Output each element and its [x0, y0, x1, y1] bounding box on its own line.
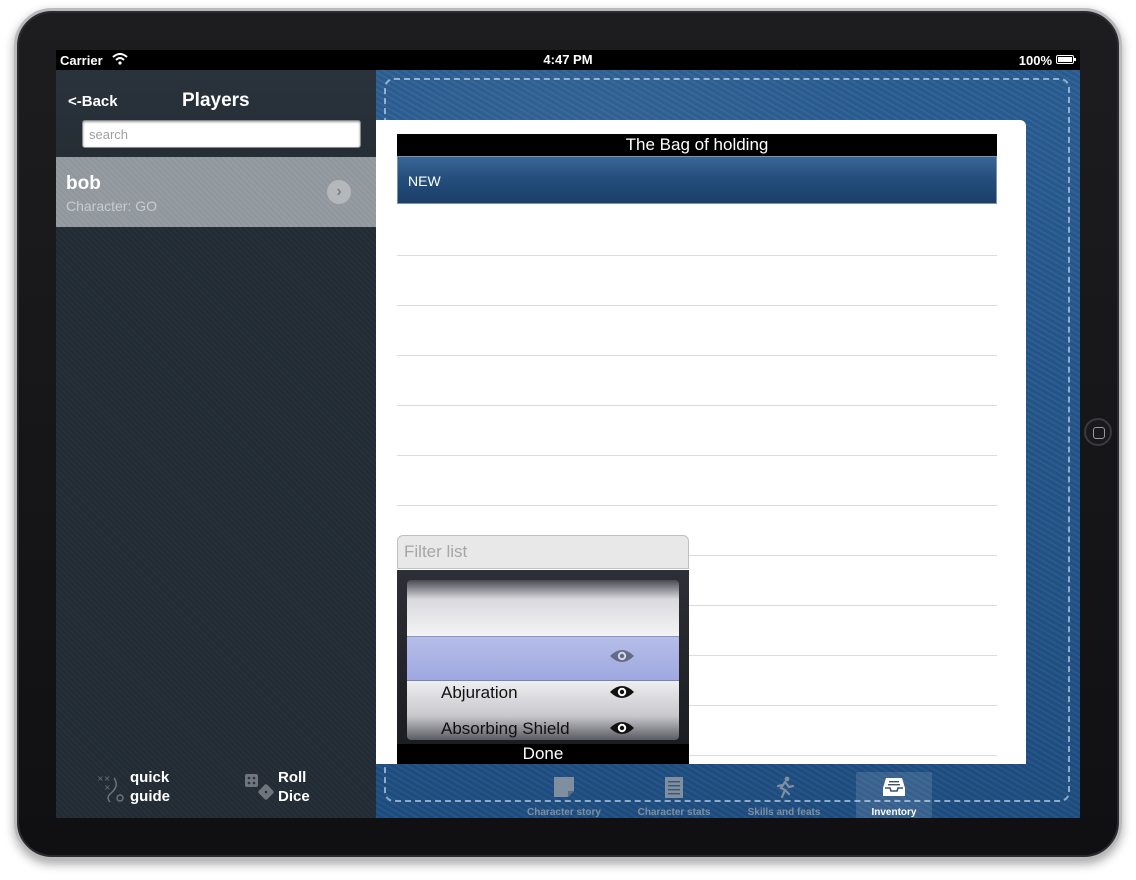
eye-icon[interactable] — [609, 720, 635, 736]
dice-icon — [245, 774, 274, 800]
sidebar-header: <-Back Players — [56, 70, 376, 156]
divider — [397, 355, 997, 356]
tab-bar: Character story Character stats Skills a… — [376, 764, 1080, 818]
inbox-tray-icon — [883, 778, 905, 796]
tab-skills-and-feats[interactable]: Skills and feats — [746, 772, 822, 818]
tab-label: Inventory — [871, 807, 917, 818]
done-button[interactable]: Done — [397, 744, 689, 764]
divider — [397, 405, 997, 406]
svg-text:××: ×× — [97, 774, 110, 783]
notepad-icon — [665, 777, 683, 798]
battery-percent: 100% — [1018, 53, 1052, 68]
picker-row[interactable] — [407, 640, 679, 676]
eye-icon[interactable] — [609, 648, 635, 664]
player-character: Character: GO — [66, 198, 158, 214]
tab-character-stats[interactable]: Character stats — [636, 772, 712, 818]
play-diagram-icon: ×× × — [97, 774, 124, 803]
roll-dice-label: Roll Dice — [278, 769, 310, 805]
tab-label: Character stats — [637, 807, 711, 818]
picker-wheel[interactable]: Abjuration Absorbing Shield — [407, 580, 679, 740]
tab-character-story[interactable]: Character story — [526, 772, 602, 818]
quick-guide-button[interactable]: ×× × quick guide — [96, 768, 216, 808]
list-item-player[interactable]: bob Character: GO › — [56, 157, 376, 227]
player-name: bob — [66, 173, 101, 194]
battery-icon — [1056, 55, 1076, 64]
roll-dice-button[interactable]: Roll Dice — [244, 768, 364, 808]
running-person-icon — [776, 776, 795, 798]
home-button[interactable] — [1084, 418, 1112, 446]
inventory-title: The Bag of holding — [397, 134, 997, 156]
picker-row[interactable]: Abjuration — [407, 676, 679, 712]
picker-row[interactable]: Absorbing Shield — [407, 712, 679, 740]
quick-guide-label: quick guide — [130, 769, 170, 805]
inventory-panel: The Bag of holding NEW Filter list Abjur… — [376, 70, 1080, 818]
back-button[interactable]: <-Back — [68, 93, 118, 110]
status-bar: Carrier 4:47 PM 100% — [56, 50, 1080, 70]
divider — [397, 455, 997, 456]
chevron-right-icon[interactable]: › — [327, 180, 351, 204]
divider — [397, 255, 997, 256]
clock: 4:47 PM — [543, 52, 593, 67]
eye-icon[interactable] — [609, 684, 635, 700]
tab-inventory[interactable]: Inventory — [856, 772, 932, 818]
divider — [397, 505, 997, 506]
search-input[interactable] — [82, 120, 361, 148]
note-icon — [554, 777, 574, 797]
page-title: Players — [182, 90, 250, 111]
tab-label: Skills and feats — [747, 807, 821, 818]
tab-label: Character story — [527, 807, 601, 818]
screen: Carrier 4:47 PM 100% <-Back Players bob … — [56, 50, 1080, 818]
picker-row-label: Abjuration — [441, 683, 518, 702]
item-picker: Abjuration Absorbing Shield — [397, 570, 689, 744]
filter-input[interactable] — [397, 535, 689, 569]
players-sidebar: <-Back Players bob Character: GO › ×× × … — [56, 70, 376, 818]
divider — [397, 305, 997, 306]
new-item-button[interactable]: NEW — [397, 156, 997, 204]
picker-row-label: Absorbing Shield — [441, 719, 570, 738]
svg-text:×: × — [104, 783, 111, 792]
inventory-page: The Bag of holding NEW Filter list Abjur… — [376, 120, 1026, 764]
